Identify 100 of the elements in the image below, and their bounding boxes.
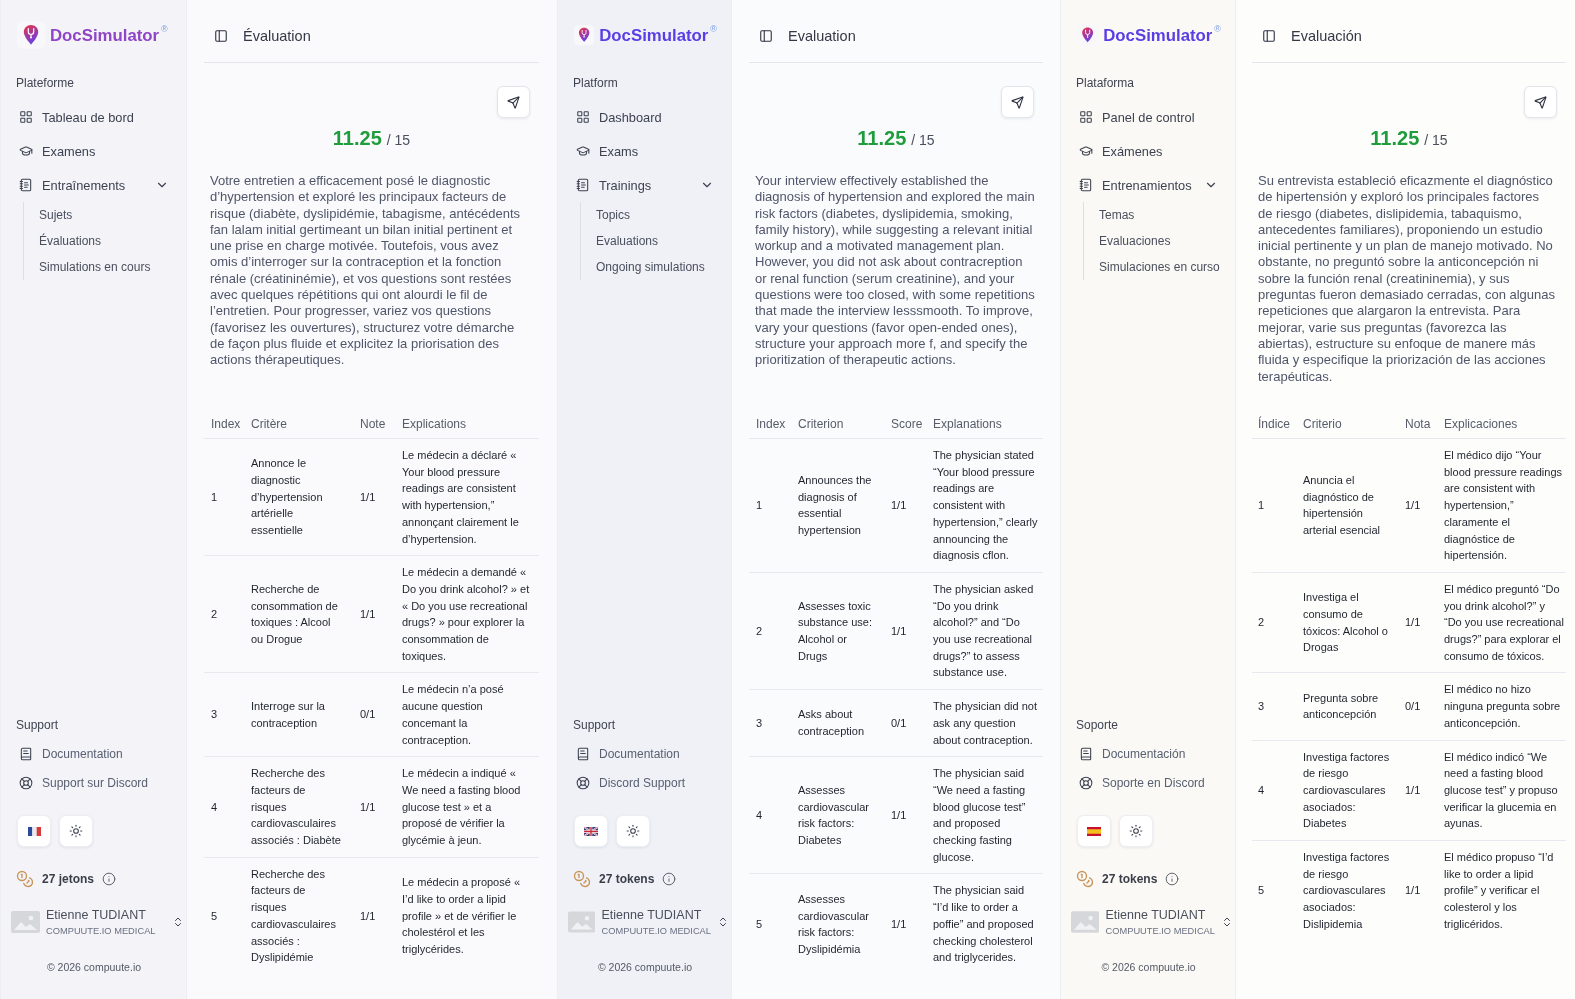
grid-icon (576, 110, 590, 124)
support-link[interactable]: Documentation (573, 739, 683, 768)
coins-icon (16, 870, 34, 888)
summary-text: Votre entretien a efficacement posé le diagnostic d’hypertension et exploré les principaux facteurs de risque (diabète, dyslipidémie, tabagisme, antécédents fan lalam initial gertimeant un bilan initial pertinent et une prise en charge motivée. Toutefois, vous avez omis d’interroger sur la contraception et la fonction rénale (créatininémie), et vos questions sont restées avec quelques répétitions qui ont alourdi le fil de l’entretien. Pour progresser, variez vos questions (favorisez les ouvertures), structurez votre démarche de façon plus fluide et explicitez la priorisation des actions thérapeutiques. (209, 173, 521, 370)
theme-button[interactable] (59, 815, 93, 847)
table-cell-text: 3 (210, 707, 219, 723)
nav-item[interactable]: Entraînements (16, 168, 172, 202)
avatar-placeholder-icon (11, 911, 40, 933)
sub-nav-item[interactable]: Topics (596, 202, 630, 228)
table-cell-text: El médico indicó “We need a fasting blood glucose test” y propuso verificar la glucemia en ayunas. (1443, 749, 1559, 832)
page-title: Evaluación (1291, 27, 1362, 44)
table-cell-text: 4 (755, 808, 764, 823)
sub-nav-item[interactable]: Evaluaciones (1099, 228, 1171, 254)
info-icon[interactable] (1165, 872, 1180, 886)
send-button[interactable] (497, 86, 530, 118)
table-cell-text: 1/1 (1404, 782, 1422, 798)
table-cell-text: Assesses cardiovascular risk factors: Diabetes (797, 782, 870, 849)
table-cell-text: 1 (1257, 498, 1266, 514)
sub-nav-item[interactable]: Simulations en cours (39, 254, 151, 280)
sub-nav-item[interactable]: Evaluations (596, 228, 659, 254)
table-cell-text: 5 (210, 908, 219, 924)
summary-text: Your interview effectively established the diagnosis of hypertension and explored the main risk factors (diabetes, dyslipidemia, smoking, family history), while suggesting a relevant initial workup and a motivated management plan. However, you did not ask about contracreption or renal function (serum creatinine), and your questions were too closed, with some repetitions that made the interview lesssmooth. To improve, vary your questions (favor open-ended ones), structure your approach more f, and specify the prioritization of therapeutic actions. (754, 173, 1036, 370)
table-cell-text: 0/1 (359, 707, 377, 723)
table-cell-text: Interroge sur la contraception (250, 699, 326, 731)
table-cell-text: 2 (755, 623, 764, 639)
column-header: Criterio (1302, 416, 1343, 431)
nav-item[interactable]: Panel de control (1076, 100, 1221, 134)
sun-icon (1129, 824, 1143, 838)
sub-nav-item[interactable]: Temas (1099, 202, 1135, 228)
table-cell-text: 1/1 (1404, 615, 1422, 631)
nav-item[interactable]: Tableau de bord (16, 100, 172, 134)
chevrons-up-down-icon[interactable] (172, 916, 184, 928)
book-icon (19, 746, 33, 761)
sun-icon (626, 824, 640, 838)
table-cell-text: 5 (1257, 883, 1266, 899)
user-name: Etienne TUDIANT (601, 906, 703, 924)
nav-item[interactable]: Entrenamientos (1076, 168, 1221, 202)
token-count: 27 jetons (42, 872, 95, 886)
theme-button[interactable] (616, 815, 650, 847)
nav-item[interactable]: Trainings (573, 168, 717, 202)
copyright-text: © 2026 compuute.io (1100, 960, 1197, 974)
language-button[interactable] (17, 815, 51, 847)
column-header: Index (210, 416, 242, 431)
support-link[interactable]: Soporte en Discord (1076, 768, 1208, 797)
panel-left-icon[interactable] (759, 28, 773, 43)
support-link[interactable]: Documentation (16, 739, 126, 768)
table-cell-text: Assesses cardiovascular risk factors: Dyslipidémia (797, 891, 870, 957)
user-organization: COMPUUTE.IO MEDICAL (46, 924, 156, 938)
user-organization: COMPUUTE.IO MEDICAL (1105, 924, 1215, 938)
table-cell-text: Recherche de consommation de toxiques : Alcool ou Drogue (250, 581, 339, 648)
send-button[interactable] (1001, 86, 1034, 118)
token-count: 27 tokens (599, 872, 655, 886)
panel-left-icon[interactable] (214, 28, 228, 43)
copyright-text: © 2026 compuute.io (596, 960, 694, 974)
nav-item[interactable]: Exámenes (1076, 134, 1221, 168)
table-cell-text: Le médecin a déclaré « Your blood pressure readings are consistent with hypertension,” annonçant clairement le d’hypertension. (401, 448, 520, 547)
coins-icon (1076, 870, 1094, 888)
info-icon[interactable] (102, 872, 117, 886)
theme-button[interactable] (1119, 815, 1153, 847)
sub-nav-item[interactable]: Ongoing simulations (596, 254, 705, 280)
table-cell-text: Pregunta sobre anticoncepción (1302, 690, 1380, 723)
support-link[interactable]: Documentación (1076, 739, 1189, 768)
notebook-icon (1079, 178, 1093, 192)
chevrons-up-down-icon[interactable] (717, 916, 729, 928)
section-label: Support (16, 717, 60, 734)
support-link[interactable]: Support sur Discord (16, 768, 152, 797)
graduation-cap-icon (1079, 144, 1093, 158)
spanish-flag-icon (1087, 826, 1101, 836)
table-cell-text: El médico no hizo ninguna pregunta sobre anticoncepción. (1443, 682, 1562, 731)
section-label: Soporte (1076, 717, 1120, 734)
nav-item[interactable]: Exams (573, 134, 717, 168)
avatar-placeholder-icon (568, 911, 596, 933)
nav-item[interactable]: Examens (16, 134, 172, 168)
table-cell-text: 0/1 (1404, 699, 1422, 715)
table-cell-text: 3 (1257, 699, 1266, 715)
info-icon[interactable] (662, 872, 677, 886)
graduation-cap-icon (19, 144, 33, 158)
table-cell-text: 1/1 (1404, 883, 1422, 899)
language-button[interactable] (1077, 815, 1111, 847)
chevrons-up-down-icon[interactable] (1221, 916, 1233, 928)
table-cell-text: 4 (210, 799, 219, 815)
support-link[interactable]: Discord Support (573, 768, 689, 797)
table-cell-text: 1/1 (890, 623, 908, 639)
sun-icon (69, 824, 83, 838)
language-button[interactable] (574, 815, 608, 847)
book-icon (576, 746, 590, 761)
nav-item[interactable]: Dashboard (573, 100, 717, 134)
sub-nav-item[interactable]: Évaluations (39, 228, 102, 254)
send-button[interactable] (1524, 86, 1557, 118)
score-value: 11.25 (332, 126, 382, 151)
section-label: Plataforma (1076, 75, 1136, 92)
sub-nav-item[interactable]: Simulaciones en curso (1099, 254, 1220, 280)
paper-plane-icon (507, 95, 520, 109)
panel-left-icon[interactable] (1262, 28, 1276, 43)
book-icon (1079, 746, 1093, 761)
copyright-text: © 2026 compuute.io (45, 960, 143, 974)
column-header: Explications (401, 416, 468, 431)
notebook-icon (576, 178, 590, 192)
section-label: Platform (573, 75, 619, 92)
sub-nav-item[interactable]: Sujets (39, 202, 73, 228)
